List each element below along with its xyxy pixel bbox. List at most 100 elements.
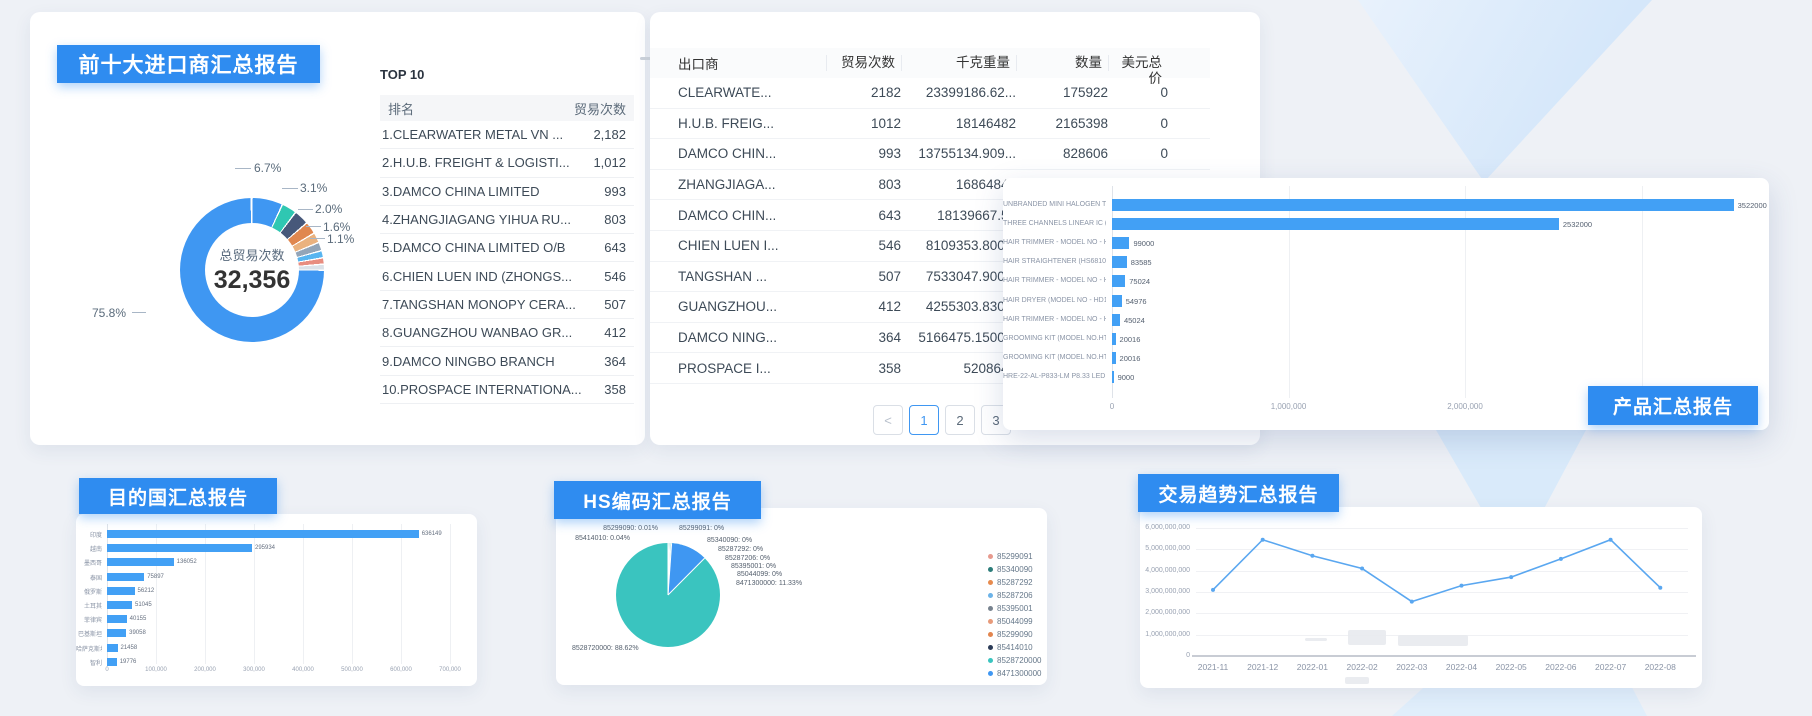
bar-category-label: GROOMING KIT (MODEL NO.HT4500K... xyxy=(1003,354,1106,361)
donut-center-value: 32,356 xyxy=(214,266,290,295)
pie-callout-label: 85299090: 0.01% xyxy=(586,525,658,532)
bar-value-label: 39058 xyxy=(129,630,146,636)
top10-trade-count: 993 xyxy=(604,184,626,199)
legend-item[interactable]: 8528720000 xyxy=(988,656,1042,665)
legend-dot xyxy=(988,671,993,676)
legend-item[interactable]: 85299090 xyxy=(988,630,1033,639)
x-axis-tick-label: 0 xyxy=(105,667,108,673)
pie-callout-label: 8471300000: 11.33% xyxy=(736,580,802,587)
bar xyxy=(1112,218,1559,230)
callout-line xyxy=(235,168,251,169)
bar xyxy=(1112,256,1127,268)
destinations-banner: 目的国汇总报告 xyxy=(79,478,277,514)
bar xyxy=(107,644,118,652)
bar xyxy=(1112,314,1120,326)
legend-label: 8528720000 xyxy=(997,656,1042,665)
top10-trade-count: 546 xyxy=(604,269,626,284)
bar xyxy=(1112,199,1734,211)
table-cell: 643 xyxy=(826,208,901,223)
table-cell: 358 xyxy=(826,361,901,376)
legend-item[interactable]: 8471300000 xyxy=(988,669,1042,678)
bar-category-label: 越南 xyxy=(76,544,102,553)
top10-importer-name: 1.CLEARWATER METAL VN ... xyxy=(382,127,563,142)
importers-donut-chart: 总贸易次数 32,356 xyxy=(180,198,324,342)
bar-category-label: UNBRANDED MINI HALOGEN TUBE 50... xyxy=(1003,201,1106,208)
legend-dot xyxy=(988,567,993,572)
table-cell: 5208641 xyxy=(901,361,1016,376)
bar-value-label: 83585 xyxy=(1131,258,1152,267)
callout-line xyxy=(132,312,146,313)
legend-item[interactable]: 85299091 xyxy=(988,552,1033,561)
pagination-page-2[interactable]: 2 xyxy=(945,405,975,435)
table-cell: 0 xyxy=(1108,146,1168,161)
col-exporter: 出口商 xyxy=(678,53,826,73)
table-cell: 18146482 xyxy=(901,116,1016,131)
exporters-table-header: 出口商 贸易次数 千克重量 数量 美元总价 xyxy=(650,48,1210,78)
donut-center: 总贸易次数 32,356 xyxy=(205,223,299,317)
donut-center-label: 总贸易次数 xyxy=(219,245,284,264)
legend-item[interactable]: 85287206 xyxy=(988,591,1033,600)
table-cell: 2165398 xyxy=(1016,116,1108,131)
x-axis-tick-label: 400,000 xyxy=(292,667,314,673)
legend-label: 85287206 xyxy=(997,591,1033,600)
bar-value-label: 54976 xyxy=(1126,297,1147,306)
x-axis-tick-label: 0 xyxy=(1110,402,1114,411)
bar xyxy=(1112,352,1116,364)
bar xyxy=(1112,333,1116,345)
top10-importer-name: 3.DAMCO CHINA LIMITED xyxy=(382,184,539,199)
bar xyxy=(107,544,252,552)
table-row: DAMCO CHIN...99313755134.909...8286060 xyxy=(650,139,1210,170)
table-cell: 1012 xyxy=(826,116,901,131)
table-cell: 0 xyxy=(1108,85,1168,100)
bar-category-label: HAIR DRYER (MODEL NO - HD1600 ... xyxy=(1003,297,1106,304)
legend-label: 85395001 xyxy=(997,604,1033,613)
table-cell: 7533047.900... xyxy=(901,269,1016,284)
bar-value-label: 2532000 xyxy=(1563,220,1592,229)
bar-category-label: 泰国 xyxy=(76,573,102,582)
legend-item[interactable]: 85340090 xyxy=(988,565,1033,574)
callout-line xyxy=(282,188,298,189)
callout-line xyxy=(310,238,325,239)
x-axis-tick-label: 300,000 xyxy=(243,667,265,673)
bar-category-label: HAIR STRAIGHTENER (HS6810) PIN... xyxy=(1003,258,1106,265)
top10-row: 2.H.U.B. FREIGHT & LOGISTI...1,012 xyxy=(380,149,634,177)
top10-trade-count: 1,012 xyxy=(593,155,626,170)
bar-category-label: HAIR TRIMMER - MODEL NO - HT35... xyxy=(1003,316,1106,323)
legend-item[interactable]: 85414010 xyxy=(988,643,1033,652)
bar xyxy=(107,658,117,666)
callout-line xyxy=(306,226,321,227)
bar-value-label: 136052 xyxy=(177,559,197,565)
legend-item[interactable]: 85044099 xyxy=(988,617,1033,626)
table-cell: 412 xyxy=(826,299,901,314)
pie-callout-label: 85340090: 0% xyxy=(707,537,752,544)
donut-callout: 75.8% xyxy=(92,306,126,320)
legend-label: 85044099 xyxy=(997,617,1033,626)
table-cell: 5166475.1500... xyxy=(901,330,1016,345)
bar-value-label: 9000 xyxy=(1118,373,1135,382)
top10-importer-name: 5.DAMCO CHINA LIMITED O/B xyxy=(382,240,565,255)
pie-callout-label: 85287206: 0% xyxy=(725,555,770,562)
top10-importer-name: 4.ZHANGJIAGANG YIHUA RU... xyxy=(382,212,571,227)
legend-label: 8471300000 xyxy=(997,669,1042,678)
pagination-prev-button[interactable]: < xyxy=(873,405,903,435)
top10-trade-count: 2,182 xyxy=(593,127,626,142)
bar-value-label: 3522000 xyxy=(1738,201,1767,210)
bar-value-label: 20016 xyxy=(1120,354,1141,363)
top10-row: 4.ZHANGJIAGANG YIHUA RU... 803 xyxy=(380,206,634,234)
table-cell: 828606 xyxy=(1016,146,1108,161)
bar-category-label: 哈萨克斯坦 xyxy=(76,644,102,653)
top10-row: 1.CLEARWATER METAL VN ... 2,182 xyxy=(380,121,634,149)
bar-category-label: 俄罗斯 xyxy=(76,587,102,596)
pagination: < 1 2 3 xyxy=(873,405,1011,435)
top10-row: 7.TANGSHAN MONOPY CERA...507 xyxy=(380,291,634,319)
legend-item[interactable]: 85395001 xyxy=(988,604,1033,613)
top10-row: 6.CHIEN LUEN IND (ZHONGS...546 xyxy=(380,262,634,290)
legend-item[interactable]: 85287292 xyxy=(988,578,1033,587)
bar-category-label: 智利 xyxy=(76,658,102,667)
table-row: CLEARWATE...218223399186.62...1759220 xyxy=(650,78,1210,109)
bar-category-label: 土耳其 xyxy=(76,601,102,610)
top10-trade-count: 803 xyxy=(604,212,626,227)
bar xyxy=(107,615,127,623)
legend-label: 85299090 xyxy=(997,630,1033,639)
pagination-page-1[interactable]: 1 xyxy=(909,405,939,435)
